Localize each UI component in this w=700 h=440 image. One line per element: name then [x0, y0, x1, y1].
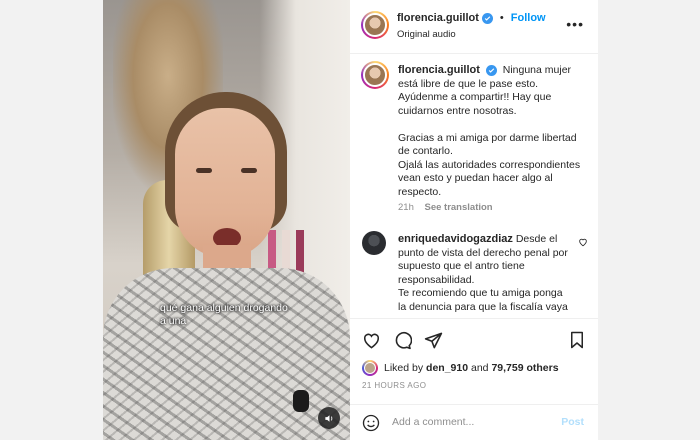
- author-info: florencia.guillot • Follow: [397, 12, 546, 24]
- post-caption: florencia.guillot Ninguna mujer está lib…: [398, 64, 588, 199]
- backdrop-left: [0, 0, 103, 440]
- more-options-icon[interactable]: •••: [566, 16, 584, 32]
- post-timestamp: 21 HOURS AGO: [362, 381, 427, 390]
- header-separator: •: [499, 12, 504, 24]
- follow-button[interactable]: Follow: [511, 12, 546, 24]
- commenter-username[interactable]: enriquedavidogazdiaz: [398, 233, 513, 245]
- backdrop-right: [598, 0, 700, 440]
- author-username[interactable]: florencia.guillot: [397, 12, 479, 24]
- emoji-icon[interactable]: [362, 414, 380, 432]
- video-person-shirt: [103, 268, 350, 440]
- comment-composer: Add a comment... Post: [350, 404, 598, 440]
- mute-button[interactable]: [318, 407, 340, 429]
- heart-icon[interactable]: [362, 331, 381, 350]
- likes-count[interactable]: 79,759 others: [491, 362, 558, 374]
- verified-badge-icon: [485, 65, 497, 76]
- video-person-eye-left: [196, 168, 212, 173]
- comment-item: enriquedavidogazdiaz Desde el punto de v…: [398, 233, 568, 314]
- post-actions: Liked by den_910 and 79,759 others 21 HO…: [350, 318, 598, 410]
- reel-video[interactable]: [103, 0, 350, 440]
- share-icon[interactable]: [424, 331, 443, 350]
- caption-meta: 21h See translation: [398, 202, 493, 213]
- bookmark-icon[interactable]: [568, 331, 586, 349]
- comments-section[interactable]: florencia.guillot Ninguna mujer está lib…: [350, 55, 598, 318]
- verified-badge-icon: [481, 12, 493, 24]
- likes-prefix: Liked by: [384, 362, 424, 374]
- likes-summary[interactable]: Liked by den_910 and 79,759 others: [362, 360, 559, 376]
- post-header: florencia.guillot • Follow Original audi…: [350, 0, 598, 54]
- video-microphone: [293, 390, 309, 412]
- comment-icon[interactable]: [393, 331, 412, 350]
- app-window: qué gana alguien drogando a una florenci…: [0, 0, 700, 440]
- caption-time: 21h: [398, 202, 414, 213]
- audio-label[interactable]: Original audio: [397, 29, 456, 40]
- likes-connector: and: [470, 362, 489, 374]
- video-person-eye-right: [241, 168, 257, 173]
- post-comment-button[interactable]: Post: [561, 416, 584, 428]
- see-translation-link[interactable]: See translation: [425, 202, 493, 213]
- comment-text-2: Te recomiendo que tu amiga ponga la denu…: [398, 287, 568, 313]
- caption-line-2: Gracias a mi amiga por darme libertad de…: [398, 131, 577, 158]
- likes-user[interactable]: den_910: [426, 362, 468, 374]
- action-icons: [362, 331, 443, 350]
- caption-username[interactable]: florencia.guillot: [398, 64, 480, 76]
- video-subtitle: qué gana alguien drogando a una: [160, 302, 288, 327]
- liker-avatar: [362, 360, 378, 376]
- caption-author-avatar[interactable]: [361, 61, 389, 89]
- commenter-avatar[interactable]: [362, 231, 386, 255]
- author-avatar[interactable]: [361, 11, 389, 39]
- post-side-panel: florencia.guillot • Follow Original audi…: [350, 0, 598, 440]
- caption-line-3: Ojalá las autoridades correspondientes v…: [398, 158, 581, 198]
- add-comment-input[interactable]: Add a comment...: [392, 416, 474, 428]
- comment-like-heart-icon[interactable]: [578, 237, 588, 247]
- speaker-icon: [324, 414, 332, 422]
